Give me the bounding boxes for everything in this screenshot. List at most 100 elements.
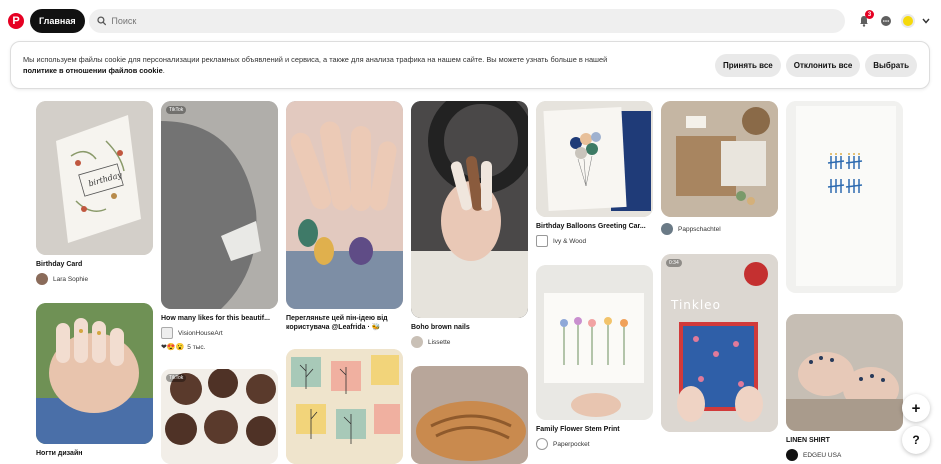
pin-image[interactable]	[786, 314, 903, 431]
flower-print-image	[536, 265, 653, 420]
pin-title: Перегляньте цей пін-ідею від	[286, 315, 388, 322]
pin-image[interactable]: TikTok	[161, 101, 278, 309]
pastry-image	[411, 366, 528, 464]
boho-nails-image	[411, 101, 528, 318]
pin-author[interactable]: Pappschachtel	[661, 223, 778, 235]
pin-title: Family Flower Stem Print	[536, 426, 620, 433]
pin-image[interactable]	[286, 349, 403, 464]
pin-card[interactable]: Boho brown nails Lissette	[411, 101, 528, 348]
pin-image[interactable]	[411, 366, 528, 464]
accept-all-button[interactable]: Принять все	[715, 53, 781, 77]
pin-author[interactable]: Lara Sophie	[36, 273, 153, 285]
pin-card[interactable]: LINEN SHIRT EDGEU USA	[786, 314, 903, 461]
pin-author[interactable]: Lissette	[411, 336, 528, 348]
pin-card[interactable]: TikTok How many likes for this beautif..…	[161, 101, 278, 351]
tiktok-tag: TikTok	[166, 374, 187, 382]
author-avatar	[536, 235, 548, 247]
video-duration: 0:34	[666, 259, 682, 267]
pin-card[interactable]: Family Flower Stem Print Paperpocket	[536, 265, 653, 450]
avatar	[901, 14, 915, 28]
author-name: Pappschachtel	[678, 225, 721, 233]
cookie-message: Мы используем файлы cookie для персонали…	[23, 55, 608, 64]
pin-image[interactable]	[286, 101, 403, 309]
top-header: P Главная 3	[0, 0, 941, 42]
create-plus-button[interactable]: +	[902, 394, 930, 422]
pin-image[interactable]	[411, 101, 528, 318]
pin-image[interactable]	[661, 101, 778, 217]
pin-image[interactable]: TikTok	[161, 369, 278, 464]
cookie-policy-link[interactable]: политике в отношении файлов cookie	[23, 66, 163, 75]
reaction-icons: ❤😍😮	[161, 344, 185, 351]
pin-card[interactable]: Pappschachtel	[661, 101, 778, 235]
home-button[interactable]: Главная	[30, 9, 85, 33]
paint-image	[161, 101, 278, 309]
author-name: VisionHouseArt	[178, 329, 223, 337]
profile-button[interactable]	[897, 10, 919, 32]
author-name: Lara Sophie	[53, 275, 89, 283]
pin-card[interactable]: TikTok	[161, 369, 278, 464]
author-avatar	[536, 438, 548, 450]
birthday-card-image: birthday	[36, 101, 153, 255]
cookie-banner: Мы используем файлы cookie для персонали…	[10, 41, 930, 89]
pin-card[interactable]: Birthday Balloons Greeting Car... Ivy & …	[536, 101, 653, 247]
pin-card[interactable]	[286, 349, 403, 464]
pin-image[interactable]: 0:34 Tinkleo	[661, 254, 778, 432]
choose-button[interactable]: Выбрать	[865, 53, 917, 77]
author-name: Ivy & Wood	[553, 237, 587, 245]
pin-image[interactable]: birthday	[36, 101, 153, 255]
pin-title: Birthday Balloons Greeting Car...	[536, 223, 646, 230]
account-menu-button[interactable]	[919, 10, 933, 32]
pin-image[interactable]	[536, 101, 653, 217]
search-input[interactable]	[111, 16, 845, 26]
pin-title: Birthday Card	[36, 261, 83, 268]
pinterest-logo-icon[interactable]: P	[8, 13, 24, 29]
author-avatar	[661, 223, 673, 235]
pin-image[interactable]	[36, 303, 153, 444]
balloons-card-image	[536, 101, 653, 217]
pin-title: Ногти дизайн	[36, 450, 83, 457]
search-bar[interactable]	[88, 9, 845, 33]
notification-badge: 3	[865, 10, 874, 19]
pin-title: LINEN SHIRT	[786, 437, 830, 444]
author-name: Paperpocket	[553, 440, 590, 448]
cookies-image	[161, 369, 278, 464]
pin-card[interactable]	[411, 366, 528, 464]
pin-author[interactable]: Ivy & Wood	[536, 235, 653, 247]
chat-icon	[881, 16, 891, 26]
author-name: EDGEU USA	[803, 451, 842, 459]
decline-all-button[interactable]: Отклонить все	[785, 53, 861, 77]
botanical-pattern-image	[286, 349, 403, 464]
pin-card[interactable]: Перегляньте цей пін-ідею від користувача…	[286, 101, 403, 332]
pin-author[interactable]: VisionHouseArt	[161, 327, 278, 339]
messages-button[interactable]	[875, 10, 897, 32]
pin-author[interactable]: EDGEU USA	[786, 449, 903, 461]
video-overlay-text: Tinkleo	[671, 298, 721, 312]
author-name: Lissette	[428, 338, 451, 346]
candles-card-image	[786, 101, 903, 293]
help-button[interactable]: ?	[902, 426, 930, 454]
author-avatar	[36, 273, 48, 285]
search-icon	[96, 16, 106, 26]
pin-author[interactable]: Paperpocket	[536, 438, 653, 450]
folded-card-image	[661, 254, 778, 432]
notifications-button[interactable]: 3	[853, 10, 875, 32]
craft-supplies-image	[661, 101, 778, 217]
author-avatar	[161, 327, 173, 339]
author-avatar	[786, 449, 798, 461]
pin-image[interactable]	[536, 265, 653, 420]
pin-card[interactable]: birthday Birthday Card Lara Sophie	[36, 101, 153, 285]
nails-image	[36, 303, 153, 444]
cookie-text: Мы используем файлы cookie для персонали…	[23, 55, 608, 75]
pin-card[interactable]: 0:34 Tinkleo	[661, 254, 778, 432]
pin-title-line2: користувача @Leafrida · 🐝	[286, 324, 381, 331]
pin-title: Boho brown nails	[411, 324, 470, 331]
pin-title: How many likes for this beautif...	[161, 315, 270, 322]
chevron-down-icon	[922, 18, 930, 24]
linen-shirt-image	[786, 314, 903, 431]
pin-card[interactable]: Ногти дизайн	[36, 303, 153, 458]
pin-card[interactable]	[786, 101, 903, 293]
author-avatar	[411, 336, 423, 348]
pin-image[interactable]	[786, 101, 903, 293]
pin-reactions: ❤😍😮 5 тыс.	[161, 343, 278, 352]
tiktok-tag: TikTok	[166, 106, 187, 114]
